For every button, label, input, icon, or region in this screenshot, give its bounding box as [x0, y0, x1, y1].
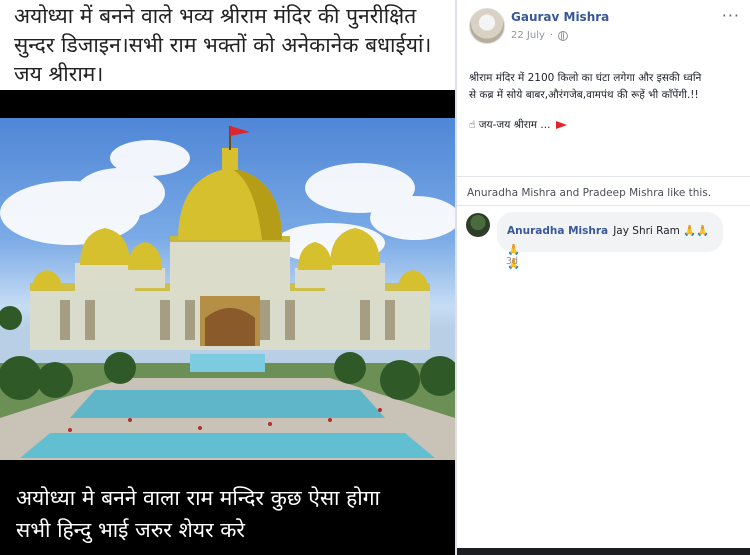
comment-time[interactable]: 3d	[506, 256, 518, 267]
caption-top-line: जय श्रीराम।	[14, 62, 104, 86]
post-panel: Gaurav Mishra 22 July · ··· श्रीराम मंदि…	[457, 0, 750, 548]
shared-image[interactable]: अयोध्या में बनने वाले भव्य श्रीराम मंदिर…	[0, 0, 455, 555]
caption-top-line: सुन्दर डिजाइन।सभी राम भक्तों को अनेकानेक…	[14, 33, 432, 57]
post-text-line: से कब्र में सोये बाबर,औरंगजेब,वामपंथ की …	[469, 89, 699, 101]
divider	[457, 205, 750, 206]
caption-bottom-line: सभी हिन्दु भाई जरुर शेयर करे	[16, 518, 246, 542]
caption-top-line: अयोध्या में बनने वाले भव्य श्रीराम मंदिर…	[14, 4, 417, 28]
comment-bubble: Anuradha Mishra Jay Shri Ram 🙏🙏🙏 🙏	[497, 212, 723, 270]
temple-photo	[0, 118, 455, 460]
comment-text-wrap: 🙏	[507, 258, 521, 270]
temple-illustration	[0, 126, 455, 460]
post-text: श्रीराम मंदिर में 2100 किलो का घंटा लगेग…	[469, 70, 744, 104]
commenter-avatar[interactable]	[466, 213, 490, 237]
author-name[interactable]: Gaurav Mishra	[511, 10, 609, 24]
author-avatar[interactable]	[469, 8, 505, 44]
post-date[interactable]: 22 July	[511, 30, 545, 41]
post-tagline-text: ☝ जय-जय श्रीराम ...	[469, 119, 551, 131]
flag-icon	[556, 121, 568, 129]
post-tagline: ☝ जय-जय श्रीराम ...	[469, 118, 568, 132]
globe-icon[interactable]	[558, 30, 569, 41]
commenter-name[interactable]: Anuradha Mishra	[507, 225, 608, 237]
image-caption-top: अयोध्या में बनने वाले भव्य श्रीराम मंदिर…	[0, 0, 455, 90]
post-meta: 22 July ·	[511, 30, 569, 41]
more-options-button[interactable]: ···	[722, 6, 740, 25]
likes-summary[interactable]: Anuradha Mishra and Pradeep Mishra like …	[467, 187, 711, 199]
image-caption-bottom: अयोध्या मे बनने वाला राम मन्दिर कुछ ऐसा …	[16, 482, 446, 546]
divider	[457, 176, 750, 177]
caption-bottom-line: अयोध्या मे बनने वाला राम मन्दिर कुछ ऐसा …	[16, 486, 380, 510]
post-text-line: श्रीराम मंदिर में 2100 किलो का घंटा लगेग…	[469, 72, 702, 84]
